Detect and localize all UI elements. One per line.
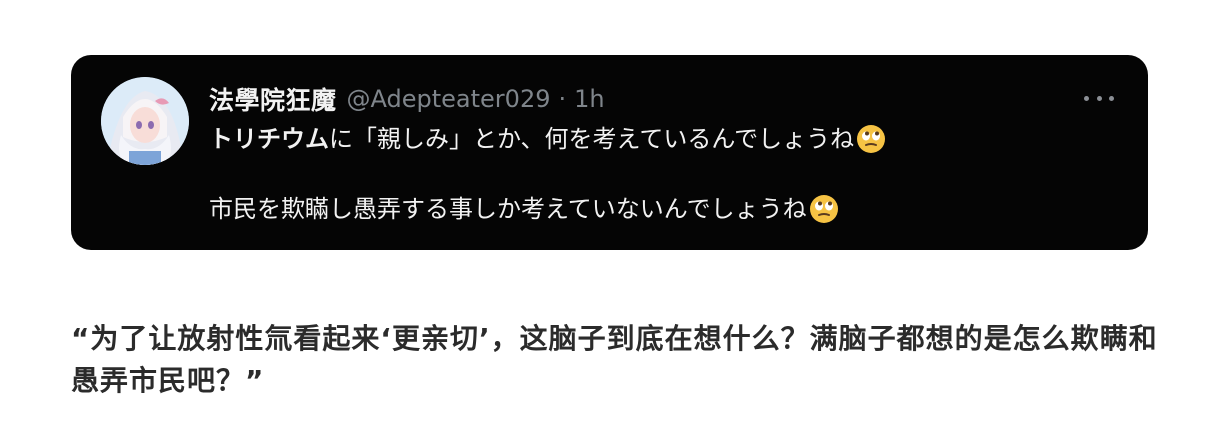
separator-dot: · — [558, 85, 567, 113]
caption-text: “为了让放射性氚看起来‘更亲切’，这脑子到底在想什么？满脑子都想的是怎么欺瞒和愚… — [71, 322, 1158, 397]
tweet-card[interactable]: 法學院狂魔 @Adepteater029 · 1h トリチウム に「親しみ」とか… — [71, 55, 1148, 250]
more-dot — [1096, 95, 1102, 101]
user-handle[interactable]: @Adepteater029 — [347, 85, 551, 113]
display-name[interactable]: 法學院狂魔 — [209, 81, 337, 117]
more-dot — [1084, 95, 1089, 101]
tweet-text-bold: トリチウム — [209, 125, 329, 153]
timestamp[interactable]: 1h — [574, 85, 604, 113]
avatar-image — [101, 77, 189, 165]
avatar[interactable] — [101, 77, 189, 165]
tweet-header: 法學院狂魔 @Adepteater029 · 1h — [209, 83, 605, 115]
tweet-text-line-2: 市民を欺瞞し愚弄する事しか考えていないんでしょうね — [209, 193, 839, 225]
tweet-text-line-1: トリチウム に「親しみ」とか、何を考えているんでしょうね — [209, 123, 886, 155]
face-with-rolling-eyes-icon — [856, 124, 886, 154]
more-options-icon[interactable] — [1084, 93, 1114, 103]
face-with-rolling-eyes-icon — [809, 194, 839, 224]
more-dot — [1109, 95, 1114, 101]
tweet-text-rest: に「親しみ」とか、何を考えているんでしょうね — [329, 125, 855, 153]
tweet-text-second: 市民を欺瞞し愚弄する事しか考えていないんでしょうね — [209, 195, 807, 223]
